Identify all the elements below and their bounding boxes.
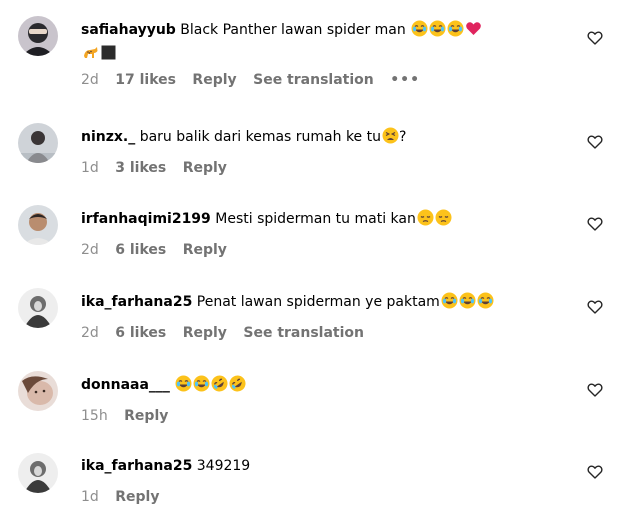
comment-time: 1d: [81, 160, 99, 176]
comment-text: 349219: [196, 458, 251, 474]
comment-time: 2d: [81, 72, 99, 88]
comment-username[interactable]: safiahayyub: [81, 22, 176, 38]
joy-emoji: [193, 375, 210, 392]
red-heart-emoji: [465, 20, 482, 37]
comment-text: baru balik dari kemas rumah ke tu: [139, 129, 381, 145]
joy-emoji: [447, 20, 464, 37]
comment-time: 2d: [81, 325, 99, 341]
reply-button[interactable]: Reply: [115, 489, 159, 505]
comment-username[interactable]: ika_farhana25: [81, 294, 192, 310]
reply-button[interactable]: Reply: [183, 325, 227, 341]
see-translation-button[interactable]: See translation: [243, 325, 364, 341]
joy-emoji: [411, 20, 428, 37]
comment-likes[interactable]: 6 likes: [115, 325, 166, 341]
joy-emoji: [459, 292, 476, 309]
reply-button[interactable]: Reply: [124, 408, 168, 424]
more-options-icon[interactable]: •••: [390, 71, 420, 89]
see-translation-button[interactable]: See translation: [253, 72, 374, 88]
avatar[interactable]: [18, 453, 58, 493]
avatar[interactable]: [18, 16, 58, 56]
tired-face-emoji: [382, 127, 399, 144]
heart-icon[interactable]: [587, 382, 603, 398]
comment-text: Black Panther lawan spider man: [180, 22, 406, 38]
black-square-emoji: [100, 44, 117, 61]
joy-emoji: [429, 20, 446, 37]
comment-text: Penat lawan spiderman ye paktam: [196, 294, 440, 310]
rofl-emoji: [211, 375, 228, 392]
heart-icon[interactable]: [587, 134, 603, 150]
joy-emoji: [477, 292, 494, 309]
comment-username[interactable]: donnaaa___: [81, 377, 170, 393]
comment-text-suffix: ?: [398, 129, 407, 145]
comment-username[interactable]: ninzx._: [81, 129, 135, 145]
reply-button[interactable]: Reply: [192, 72, 236, 88]
avatar[interactable]: [18, 288, 58, 328]
reply-button[interactable]: Reply: [183, 160, 227, 176]
comment-time: 15h: [81, 408, 108, 424]
avatar[interactable]: [18, 371, 58, 411]
pensive-emoji: [435, 209, 452, 226]
pensive-emoji: [417, 209, 434, 226]
comment-time: 2d: [81, 242, 99, 258]
joy-emoji: [441, 292, 458, 309]
comment-username[interactable]: ika_farhana25: [81, 458, 192, 474]
heart-icon[interactable]: [587, 464, 603, 480]
comment-likes[interactable]: 17 likes: [115, 72, 176, 88]
reply-button[interactable]: Reply: [183, 242, 227, 258]
rofl-emoji: [229, 375, 246, 392]
comment-likes[interactable]: 3 likes: [115, 160, 166, 176]
comment-text: Mesti spiderman tu mati kan: [215, 211, 416, 227]
avatar[interactable]: [18, 205, 58, 245]
leopard-emoji: [82, 44, 99, 61]
joy-emoji: [175, 375, 192, 392]
comment-likes[interactable]: 6 likes: [115, 242, 166, 258]
heart-icon[interactable]: [587, 299, 603, 315]
heart-icon[interactable]: [587, 216, 603, 232]
comment-username[interactable]: irfanhaqimi2199: [81, 211, 211, 227]
avatar[interactable]: [18, 123, 58, 163]
comment-time: 1d: [81, 489, 99, 505]
heart-icon[interactable]: [587, 30, 603, 46]
